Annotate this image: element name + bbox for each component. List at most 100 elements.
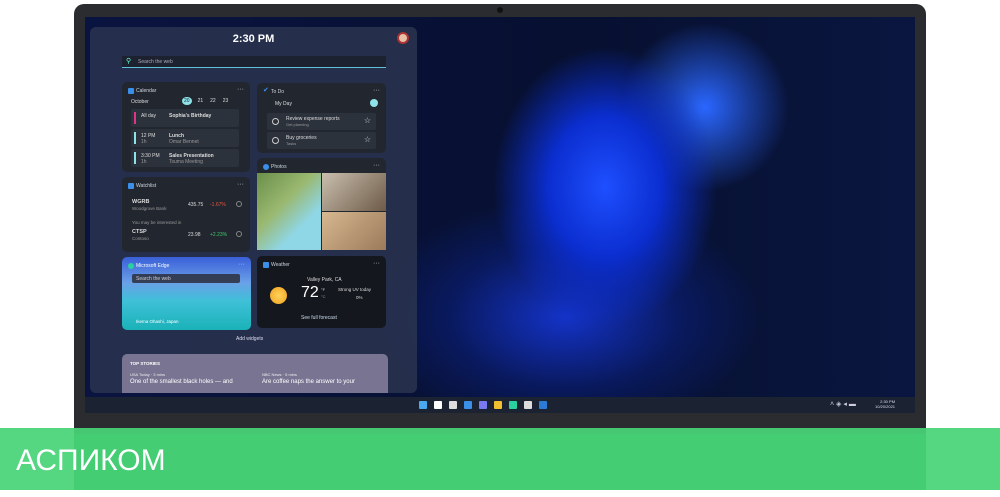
unit-c[interactable]: °C xyxy=(321,294,326,299)
calendar-title: Calendar xyxy=(136,88,157,94)
weather-icon xyxy=(263,262,269,268)
widgets-icon[interactable] xyxy=(464,401,472,409)
edge-location: Ikema Ohashi, Japan xyxy=(136,319,179,324)
more-icon[interactable]: ··· xyxy=(238,261,245,268)
event-color-bar xyxy=(134,152,136,164)
stock-action-icon[interactable] xyxy=(236,231,242,237)
stock-price: 435.75 xyxy=(188,202,204,208)
stock-name: Contoso xyxy=(132,236,149,241)
event-color-bar xyxy=(134,132,136,144)
todo-title: To Do xyxy=(271,89,285,95)
calendar-month: October xyxy=(131,99,149,105)
todo-widget[interactable]: ✔ To Do ··· My Day Review expense report… xyxy=(257,83,386,153)
star-icon[interactable]: ☆ xyxy=(364,135,371,144)
task-list: Tasks xyxy=(286,141,297,146)
event-duration: 1h xyxy=(141,139,147,145)
calendar-days: 20 21 22 23 xyxy=(182,97,229,105)
stock-price: 23.98 xyxy=(188,232,201,238)
interest-label: You may be interested in xyxy=(132,220,182,225)
chat-icon[interactable] xyxy=(479,401,487,409)
edge-search-placeholder: Search the web xyxy=(136,276,171,282)
edge-search-input[interactable]: Search the web xyxy=(132,274,240,283)
search-icon[interactable] xyxy=(434,401,442,409)
stock-symbol: WGRB xyxy=(132,199,150,205)
taskbar: ˄ ◈ ◂ ▬ 2:30 PM 10/20/2021 xyxy=(85,397,915,413)
edge-icon[interactable] xyxy=(509,401,517,409)
more-icon[interactable]: ··· xyxy=(373,260,380,267)
todo-list-dropdown[interactable]: My Day xyxy=(275,101,292,107)
task-view-icon[interactable] xyxy=(449,401,457,409)
photo-building[interactable] xyxy=(257,173,321,250)
brand-name: АСПИКОМ xyxy=(16,444,166,477)
stock-symbol: CTSP xyxy=(132,229,147,235)
task-checkbox[interactable] xyxy=(272,118,279,125)
day[interactable]: 23 xyxy=(222,97,230,105)
photo-tools[interactable] xyxy=(322,212,386,250)
weather-widget[interactable]: Weather ··· Valley Park, CA 72 °F °C Str… xyxy=(257,256,386,328)
weather-title: Weather xyxy=(271,262,290,268)
add-widgets-button[interactable]: Add widgets xyxy=(236,336,263,342)
photo-workshop[interactable] xyxy=(322,173,386,211)
stock-change: -1.67% xyxy=(210,202,226,208)
todo-task[interactable]: Buy groceries Tasks ☆ xyxy=(267,132,376,149)
day[interactable]: 22 xyxy=(209,97,217,105)
event-time: All day xyxy=(141,113,157,119)
weather-location: Valley Park, CA xyxy=(307,277,342,283)
story-item[interactable]: USA Today · 3 mins One of the smallest b… xyxy=(130,372,255,385)
check-icon: ✔ xyxy=(263,87,269,94)
more-icon[interactable]: ··· xyxy=(373,162,380,169)
top-stories-widget: TOP STORIES USA Today · 3 mins One of th… xyxy=(122,354,388,393)
chart-icon xyxy=(128,183,134,189)
photos-title: Photos xyxy=(271,164,287,170)
event-subtitle: Omar Bennet xyxy=(169,139,199,145)
weather-precip: 0% xyxy=(356,295,363,300)
story-source: USA Today · 3 mins xyxy=(130,372,166,377)
task-checkbox[interactable] xyxy=(272,137,279,144)
day[interactable]: 20 xyxy=(182,97,192,105)
more-icon[interactable]: ··· xyxy=(373,87,380,94)
edge-icon xyxy=(128,263,134,269)
stock-action-icon[interactable] xyxy=(236,201,242,207)
edge-widget[interactable]: Microsoft Edge ··· Search the web Ikema … xyxy=(122,257,251,330)
story-headline: Are coffee naps the answer to your xyxy=(262,379,355,385)
search-input[interactable]: ⚲ Search the web xyxy=(122,56,386,68)
top-stories-title: TOP STORIES xyxy=(130,361,161,366)
stock-row[interactable]: WGRB Woodgrove Bank 435.75 -1.67% xyxy=(132,199,244,214)
calendar-event[interactable]: All day Sophia's Birthday xyxy=(131,109,239,127)
edge-title: Microsoft Edge xyxy=(136,263,170,269)
stock-row[interactable]: CTSP Contoso 23.98 +2.23% xyxy=(132,229,244,244)
calendar-event[interactable]: 12 PM 1h Lunch Omar Bennet xyxy=(131,129,239,147)
widgets-panel: 2:30 PM ⚲ Search the web Calendar ··· Oc… xyxy=(90,27,417,393)
unit-f[interactable]: °F xyxy=(321,287,325,292)
stock-change: +2.23% xyxy=(210,232,228,238)
more-icon[interactable]: ··· xyxy=(237,86,244,93)
tray-icons[interactable]: ˄ ◈ ◂ ▬ xyxy=(830,400,856,408)
weather-temp: 72 xyxy=(301,284,319,301)
todo-task[interactable]: Review expense reports Get planning ☆ xyxy=(267,113,376,130)
clock[interactable]: 2:30 PM 10/20/2021 xyxy=(875,399,895,409)
start-icon[interactable] xyxy=(419,401,427,409)
more-icon[interactable]: ··· xyxy=(237,181,244,188)
story-headline: One of the smallest black holes — and xyxy=(130,379,233,385)
story-item[interactable]: NBC News · 5 mins Are coffee naps the an… xyxy=(262,372,387,385)
avatar[interactable] xyxy=(397,32,409,44)
cloud-icon xyxy=(263,164,269,170)
outlook-icon[interactable] xyxy=(539,401,547,409)
panel-time: 2:30 PM xyxy=(232,33,275,45)
file-explorer-icon[interactable] xyxy=(494,401,502,409)
screen: 2:30 PM ⚲ Search the web Calendar ··· Oc… xyxy=(85,17,915,413)
star-icon[interactable]: ☆ xyxy=(364,116,371,125)
forecast-link[interactable]: See full forecast xyxy=(301,315,337,321)
event-duration: 1h xyxy=(141,159,147,165)
day[interactable]: 21 xyxy=(197,97,205,105)
calendar-event[interactable]: 3:30 PM 1h Sales Presentation Tsuma Meet… xyxy=(131,149,239,167)
watchlist-widget[interactable]: Watchlist ··· You may be interested in W… xyxy=(122,177,250,252)
event-subtitle: Tsuma Meeting xyxy=(169,159,203,165)
calendar-widget[interactable]: Calendar ··· October 20 21 22 23 All day… xyxy=(122,82,250,172)
add-task-icon[interactable] xyxy=(370,99,378,107)
store-icon[interactable] xyxy=(524,401,532,409)
photos-widget[interactable]: Photos ··· xyxy=(257,158,386,250)
clock-date: 10/20/2021 xyxy=(875,404,896,409)
story-source: NBC News · 5 mins xyxy=(262,372,297,377)
search-icon: ⚲ xyxy=(126,58,132,65)
